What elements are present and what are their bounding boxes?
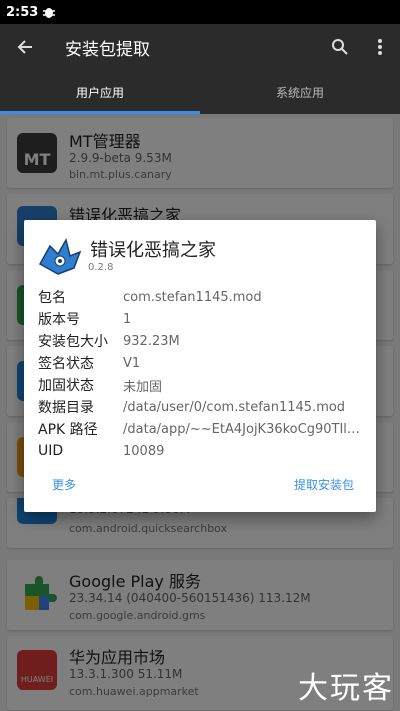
info-rows: 包名 com.stefan1145.mod 版本号 1 安装包大小 932.23M 签… — [38, 286, 368, 462]
dialog-title: 错误化恶搞之家 — [90, 240, 216, 261]
tab-user-apps[interactable]: 用户应用 — [0, 70, 200, 114]
info-key: 加固状态 — [38, 378, 94, 394]
tab-bar: 用户应用 系统应用 — [0, 70, 400, 114]
app-version: 0.2.8 — [88, 262, 114, 273]
more-options-button[interactable] — [360, 38, 400, 56]
watermark: 大玩客 — [298, 671, 394, 706]
extract-apk-button[interactable]: 提取安装包 — [294, 476, 354, 493]
info-key: 版本号 — [38, 312, 80, 328]
info-row: 安装包大小 932.23M — [38, 330, 368, 352]
more-button[interactable]: 更多 — [52, 476, 76, 493]
info-key: 包名 — [38, 290, 66, 306]
info-row: 加固状态 未加固 — [38, 374, 368, 396]
search-icon — [332, 39, 348, 55]
info-row: 包名 com.stefan1145.mod — [38, 286, 368, 308]
info-value[interactable]: 1 — [123, 312, 363, 327]
info-value[interactable]: /data/app/~~EtA4JojK36koCg90TIllB… — [123, 422, 363, 437]
cartoon-app-icon — [38, 238, 82, 275]
info-value[interactable]: /data/user/0/com.stefan1145.mod — [123, 400, 363, 415]
info-row: APK 路径/data/app/~~EtA4JojK36koCg90TIllB… — [38, 418, 368, 440]
tab-system-apps[interactable]: 系统应用 — [200, 70, 400, 114]
info-value[interactable]: com.stefan1145.mod — [123, 290, 363, 305]
arrow-back-icon — [17, 40, 32, 54]
more-vert-icon — [378, 39, 382, 55]
info-key: 数据目录 — [38, 400, 94, 416]
back-button[interactable] — [0, 38, 50, 56]
status-time: 2:53 — [6, 4, 39, 20]
info-value[interactable]: V1 — [123, 356, 363, 371]
info-row: UID 10089 — [38, 440, 368, 462]
info-value[interactable]: 932.23M — [123, 334, 363, 349]
info-value[interactable]: 10089 — [123, 444, 363, 459]
info-key: UID — [38, 443, 64, 459]
bug-icon — [43, 8, 56, 18]
info-key: APK 路径 — [38, 422, 98, 438]
info-value[interactable]: 未加固 — [123, 376, 363, 395]
search-button[interactable] — [320, 38, 360, 56]
info-row: 签名状态 V1 — [38, 352, 368, 374]
info-key: 安装包大小 — [38, 334, 108, 350]
info-row: 版本号 1 — [38, 308, 368, 330]
app-info-dialog: 错误化恶搞之家 0.2.8 包名 com.stefan1145.mod 版本号 1 … — [24, 220, 376, 512]
status-bar: 2:53 — [0, 0, 400, 24]
app-bar: 安装包提取 — [0, 24, 400, 70]
info-row: 数据目录/data/user/0/com.stefan1145.mod — [38, 396, 368, 418]
page-title: 安装包提取 — [65, 39, 150, 60]
info-key: 签名状态 — [38, 356, 94, 372]
app-icon — [36, 234, 82, 280]
